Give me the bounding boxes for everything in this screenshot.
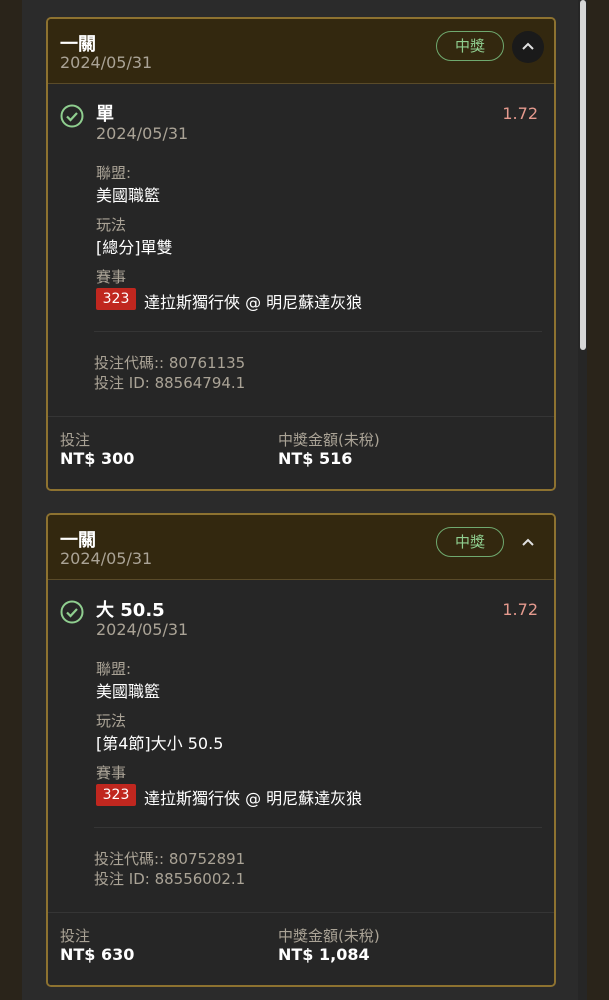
match-name: 達拉斯獨行俠 @ 明尼蘇達灰狼 (144, 293, 363, 312)
bet-card-date: 2024/05/31 (60, 549, 153, 568)
status-badge: 中獎 (436, 31, 504, 61)
bet-card-date: 2024/05/31 (60, 53, 153, 72)
payout-value: NT$ 1,084 (278, 945, 370, 964)
bet-id: 投注 ID: 88564794.1 (94, 374, 246, 392)
collapse-button[interactable] (512, 31, 544, 63)
chevron-up-icon (522, 538, 534, 546)
league-value: 美國職籃 (96, 682, 161, 701)
chevron-up-icon (522, 42, 534, 50)
stake-label: 投注 (60, 927, 91, 945)
odds-value: 1.72 (502, 600, 538, 619)
selection-title: 單 (96, 104, 114, 125)
bet-code: 投注代碼:: 80752891 (94, 850, 246, 868)
bet-card: 一關 2024/05/31 中獎 單 2024/05/31 1.72 聯盟: 美… (46, 17, 556, 491)
bet-card-header[interactable]: 一關 2024/05/31 中獎 (48, 515, 554, 580)
selection-title: 大 50.5 (96, 600, 165, 621)
league-value: 美國職籃 (96, 186, 161, 205)
left-edge (0, 0, 22, 1000)
odds-value: 1.72 (502, 104, 538, 123)
selection-date: 2024/05/31 (96, 124, 189, 143)
stake-label: 投注 (60, 431, 91, 449)
check-circle-icon (60, 600, 84, 624)
market-label: 玩法 (96, 712, 127, 730)
selection-date: 2024/05/31 (96, 620, 189, 639)
league-label: 聯盟: (96, 164, 132, 182)
bet-id: 投注 ID: 88556002.1 (94, 870, 246, 888)
event-label: 賽事 (96, 764, 127, 782)
status-badge: 中獎 (436, 527, 504, 557)
bet-code: 投注代碼:: 80761135 (94, 354, 246, 372)
stake-value: NT$ 630 (60, 945, 135, 964)
collapse-button[interactable] (512, 527, 544, 559)
match-number-badge: 323 (96, 288, 136, 310)
divider (94, 331, 542, 332)
right-edge (587, 0, 609, 1000)
league-label: 聯盟: (96, 660, 132, 678)
bet-card-footer: 投注 NT$ 300 中獎金額(未稅) NT$ 516 (48, 416, 554, 489)
market-value: [總分]單雙 (96, 238, 173, 257)
bet-card: 一關 2024/05/31 中獎 大 50.5 2024/05/31 1.72 … (46, 513, 556, 987)
payout-label: 中獎金額(未稅) (278, 431, 380, 449)
bet-card-header[interactable]: 一關 2024/05/31 中獎 (48, 19, 554, 84)
bet-card-footer: 投注 NT$ 630 中獎金額(未稅) NT$ 1,084 (48, 912, 554, 985)
market-value: [第4節]大小 50.5 (96, 734, 224, 753)
stake-value: NT$ 300 (60, 449, 135, 468)
payout-label: 中獎金額(未稅) (278, 927, 380, 945)
match-name: 達拉斯獨行俠 @ 明尼蘇達灰狼 (144, 789, 363, 808)
event-label: 賽事 (96, 268, 127, 286)
scrollbar-thumb[interactable] (580, 0, 586, 350)
check-circle-icon (60, 104, 84, 128)
market-label: 玩法 (96, 216, 127, 234)
payout-value: NT$ 516 (278, 449, 353, 468)
match-number-badge: 323 (96, 784, 136, 806)
divider (94, 827, 542, 828)
